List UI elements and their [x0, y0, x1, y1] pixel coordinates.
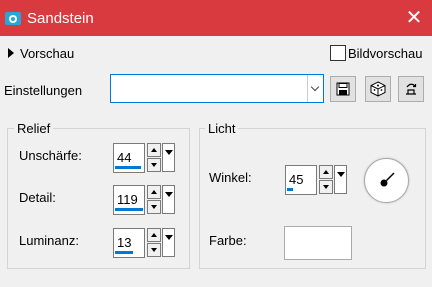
title-bar: Sandstein ✕ [0, 0, 432, 36]
detail-increment-button[interactable] [147, 185, 161, 199]
angle-slider-bar[interactable] [287, 188, 293, 191]
dice-icon [370, 81, 386, 97]
detail-slider-bar[interactable] [115, 208, 143, 211]
color-label: Farbe: [209, 233, 247, 248]
camera-icon [5, 12, 21, 25]
image-preview-label[interactable]: Bildvorschau [348, 46, 422, 61]
angle-dial[interactable] [364, 158, 409, 203]
luminance-value: 13 [117, 235, 132, 250]
angle-value: 45 [289, 172, 304, 187]
settings-label: Einstellungen [4, 83, 83, 98]
save-icon [336, 82, 350, 96]
angle-spinbox[interactable]: 45 [285, 165, 349, 195]
randomize-button[interactable] [365, 76, 391, 102]
close-button[interactable]: ✕ [396, 0, 432, 36]
angle-label: Winkel: [209, 170, 252, 185]
detail-value: 119 [117, 192, 138, 207]
preview-toggle[interactable]: Vorschau [20, 46, 74, 61]
angle-input[interactable]: 45 [285, 165, 317, 195]
blur-slider-bar[interactable] [115, 166, 141, 169]
blur-label: Unschärfe: [19, 148, 82, 163]
blur-menu-button[interactable] [162, 143, 175, 172]
save-button[interactable] [330, 76, 356, 102]
luminance-increment-button[interactable] [147, 228, 161, 242]
angle-decrement-button[interactable] [319, 180, 333, 194]
blur-value: 44 [117, 150, 132, 165]
dial-icon [380, 172, 395, 187]
detail-spinbox[interactable]: 119 [113, 185, 177, 215]
window-title: Sandstein [27, 10, 94, 27]
luminance-slider-bar[interactable] [115, 251, 133, 254]
image-preview-checkbox[interactable] [330, 45, 346, 61]
angle-menu-button[interactable] [334, 165, 347, 194]
blur-decrement-button[interactable] [147, 158, 161, 172]
light-group-title: Licht [205, 121, 239, 136]
reset-button[interactable] [398, 76, 424, 102]
luminance-label: Luminanz: [19, 233, 79, 248]
reset-icon [406, 83, 417, 95]
blur-input[interactable]: 44 [113, 143, 145, 173]
color-swatch[interactable] [284, 226, 352, 260]
expand-arrow-icon[interactable] [8, 48, 14, 58]
blur-spinbox[interactable]: 44 [113, 143, 177, 173]
detail-input[interactable]: 119 [113, 185, 145, 215]
luminance-spinbox[interactable]: 13 [113, 228, 177, 258]
relief-group-title: Relief [14, 121, 54, 136]
luminance-input[interactable]: 13 [113, 228, 145, 258]
detail-label: Detail: [19, 190, 56, 205]
angle-increment-button[interactable] [319, 165, 333, 179]
blur-increment-button[interactable] [147, 143, 161, 157]
luminance-decrement-button[interactable] [147, 243, 161, 257]
luminance-menu-button[interactable] [162, 228, 175, 257]
chevron-down-icon[interactable] [307, 75, 323, 102]
settings-combobox[interactable] [110, 74, 324, 103]
detail-decrement-button[interactable] [147, 200, 161, 214]
detail-menu-button[interactable] [162, 185, 175, 214]
